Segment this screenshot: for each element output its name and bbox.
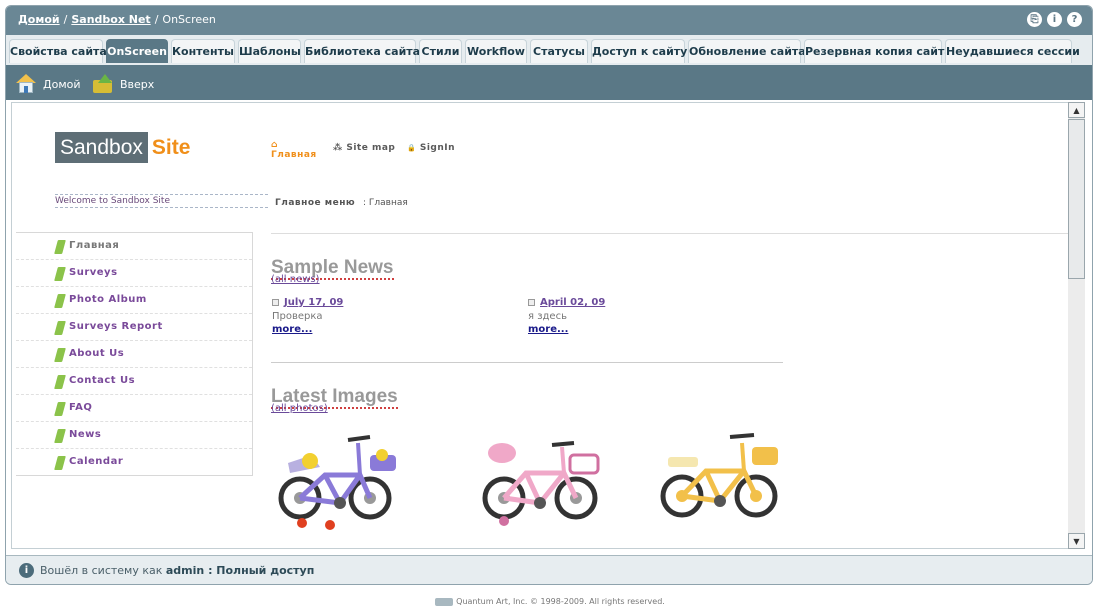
news-more-link[interactable]: more... bbox=[272, 324, 343, 335]
home-button[interactable]: Домой bbox=[15, 74, 81, 94]
vertical-scrollbar[interactable]: ▲ ▼ bbox=[1068, 102, 1085, 549]
breadcrumb-home[interactable]: Домой bbox=[18, 13, 60, 26]
pencil-icon bbox=[54, 321, 66, 335]
home-icon: ⌂ bbox=[271, 140, 278, 150]
scroll-down-button[interactable]: ▼ bbox=[1068, 533, 1085, 549]
bicycle-image[interactable] bbox=[476, 425, 606, 535]
lock-icon: 🔒 bbox=[407, 144, 417, 152]
pencil-icon bbox=[54, 240, 66, 254]
sidebar-item-faq[interactable]: FAQ bbox=[16, 395, 252, 422]
footer: Quantum Art, Inc. © 1998-2009. All right… bbox=[0, 597, 1100, 606]
nav-home[interactable]: ⌂ Главная bbox=[271, 140, 317, 160]
scroll-up-button[interactable]: ▲ bbox=[1068, 102, 1085, 118]
tab-styles[interactable]: Стили bbox=[419, 39, 462, 63]
tab-statuses[interactable]: Статусы bbox=[530, 39, 588, 63]
pencil-icon bbox=[54, 375, 66, 389]
bicycle-image[interactable] bbox=[270, 425, 400, 535]
sidebar-item-about-us[interactable]: About Us bbox=[16, 341, 252, 368]
info-icon: i bbox=[19, 563, 34, 578]
onscreen-preview: Sandbox Site ⌂ Главная ⁂ Site map 🔒 SignI… bbox=[11, 102, 1072, 549]
current-user: admin : Полный доступ bbox=[165, 564, 315, 577]
tab-templates[interactable]: Шаблоны bbox=[238, 39, 301, 63]
scroll-thumb[interactable] bbox=[1068, 119, 1085, 279]
tab-workflow[interactable]: Workflow bbox=[465, 39, 527, 63]
pencil-icon bbox=[54, 294, 66, 308]
breadcrumb-current: OnScreen bbox=[162, 13, 216, 26]
tab-failed-sessions[interactable]: Неудавшиеся сессии bbox=[945, 39, 1080, 63]
sidebar-item-contact-us[interactable]: Contact Us bbox=[16, 368, 252, 395]
folder-up-icon bbox=[92, 74, 114, 94]
pencil-icon bbox=[54, 402, 66, 416]
main-menu-label: Главное меню bbox=[275, 198, 356, 208]
help-icon[interactable]: ? bbox=[1067, 12, 1082, 27]
bullet-icon bbox=[272, 299, 279, 306]
tab-bar: Свойства сайта OnScreen Контенты Шаблоны… bbox=[6, 35, 1092, 68]
tab-contents[interactable]: Контенты bbox=[171, 39, 235, 63]
pencil-icon bbox=[54, 348, 66, 362]
sidebar-item-home[interactable]: Главная bbox=[16, 233, 252, 260]
breadcrumb: Домой / Sandbox Net / OnScreen bbox=[18, 13, 216, 26]
tab-site-update[interactable]: Обновление сайта bbox=[688, 39, 806, 63]
sidebar-item-photo-album[interactable]: Photo Album bbox=[16, 287, 252, 314]
bicycle-image[interactable] bbox=[652, 421, 782, 531]
sidebar-item-news[interactable]: News bbox=[16, 422, 252, 449]
up-button[interactable]: Вверх bbox=[92, 74, 154, 94]
welcome-text: Welcome to Sandbox Site bbox=[55, 194, 268, 208]
status-bar: i Вошёл в систему как admin : Полный дос… bbox=[6, 555, 1092, 584]
sidebar-item-surveys-report[interactable]: Surveys Report bbox=[16, 314, 252, 341]
news-text: я здесь bbox=[528, 311, 567, 322]
news-item: July 17, 09 Проверка more... bbox=[272, 297, 343, 335]
tab-site-properties[interactable]: Свойства сайта bbox=[9, 39, 107, 63]
news-more-link[interactable]: more... bbox=[528, 324, 605, 335]
app-window: Домой / Sandbox Net / OnScreen ⎘ i ? Свойств… bbox=[5, 5, 1093, 585]
all-photos-link[interactable]: (all photos) bbox=[271, 403, 328, 414]
sidebar-item-calendar[interactable]: Calendar bbox=[16, 449, 252, 475]
site-breadcrumb: : Главная bbox=[363, 198, 408, 208]
sitemap-icon: ⁂ bbox=[333, 143, 343, 153]
pencil-icon bbox=[54, 429, 66, 443]
home-icon bbox=[15, 74, 37, 94]
sidebar-item-surveys[interactable]: Surveys bbox=[16, 260, 252, 287]
site-sidebar: Главная Surveys Photo Album Surveys Repo… bbox=[16, 232, 253, 476]
nav-signin[interactable]: 🔒 SignIn bbox=[407, 143, 455, 153]
bullet-icon bbox=[528, 299, 535, 306]
news-text: Проверка bbox=[272, 311, 323, 322]
divider bbox=[271, 362, 783, 363]
toolbar: Домой Вверх bbox=[6, 68, 1092, 100]
login-status: Вошёл в систему как admin : Полный досту… bbox=[40, 564, 315, 577]
pencil-icon bbox=[54, 456, 66, 470]
divider bbox=[271, 233, 1071, 234]
news-item: April 02, 09 я здесь more... bbox=[528, 297, 605, 335]
breadcrumb-site[interactable]: Sandbox Net bbox=[71, 13, 150, 26]
tab-site-library[interactable]: Библиотека сайта bbox=[304, 39, 420, 63]
news-date-link[interactable]: July 17, 09 bbox=[272, 297, 343, 308]
news-date-link[interactable]: April 02, 09 bbox=[528, 297, 605, 308]
nav-sitemap[interactable]: ⁂ Site map bbox=[333, 143, 395, 153]
save-icon[interactable]: ⎘ bbox=[1027, 12, 1042, 27]
tab-backup[interactable]: Резервная копия сайта bbox=[804, 39, 952, 63]
all-news-link[interactable]: (all news) bbox=[271, 274, 320, 285]
pencil-icon bbox=[54, 267, 66, 281]
tab-site-access[interactable]: Доступ к сайту bbox=[591, 39, 687, 63]
quantum-art-logo-icon bbox=[435, 597, 454, 606]
tab-onscreen[interactable]: OnScreen bbox=[106, 39, 168, 63]
title-bar: Домой / Sandbox Net / OnScreen ⎘ i ? bbox=[6, 6, 1092, 35]
info-icon[interactable]: i bbox=[1047, 12, 1062, 27]
site-logo[interactable]: Sandbox Site bbox=[55, 132, 194, 163]
